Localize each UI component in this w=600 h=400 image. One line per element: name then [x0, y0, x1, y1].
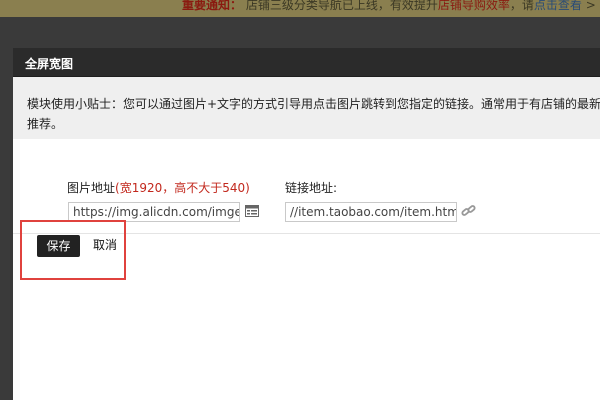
cancel-button[interactable]: 取消 — [93, 236, 117, 253]
tip-text: 模块使用小贴士：您可以通过图片+文字的方式引导用点击图片跳转到您指定的链接。通常… — [27, 97, 600, 131]
notice-arrow: > — [581, 0, 596, 12]
fullwidth-image-dialog: 全屏宽图 模块使用小贴士：您可以通过图片+文字的方式引导用点击图片跳转到您指定的… — [13, 48, 600, 400]
notice-text: 店铺三级分类导航已上线，有效提升 — [242, 0, 438, 12]
link-icon[interactable] — [461, 204, 477, 218]
save-button[interactable]: 保存 — [37, 235, 80, 257]
notice-link[interactable]: 点击查看 — [534, 0, 582, 12]
image-size-requirement: (宽1920，高不大于540) — [115, 181, 250, 195]
image-url-input[interactable]: https://img.alicdn.com/imgextra/ — [68, 202, 240, 222]
dialog-title: 全屏宽图 — [25, 57, 74, 71]
tip-box: 模块使用小贴士：您可以通过图片+文字的方式引导用点击图片跳转到您指定的链接。通常… — [13, 77, 600, 139]
image-url-label-text: 图片地址 — [67, 181, 116, 195]
image-picker-icon[interactable] — [245, 205, 259, 217]
notice-label: 重要通知： — [182, 0, 243, 12]
notice-bar: 重要通知： 店铺三级分类导航已上线，有效提升店铺导购效率，请点击查看 > — [0, 0, 600, 17]
notice-text-2: ，请 — [509, 0, 534, 12]
link-url-label: 链接地址: — [285, 181, 338, 195]
link-url-input[interactable]: //item.taobao.com/item.htm?id= — [285, 202, 457, 222]
dialog-header: 全屏宽图 — [13, 48, 600, 77]
modal-overlay — [0, 17, 600, 48]
image-url-label: 图片地址(宽1920，高不大于540) — [67, 179, 250, 196]
notice-highlight: 店铺导购效率 — [437, 0, 510, 12]
form-divider — [13, 233, 600, 234]
